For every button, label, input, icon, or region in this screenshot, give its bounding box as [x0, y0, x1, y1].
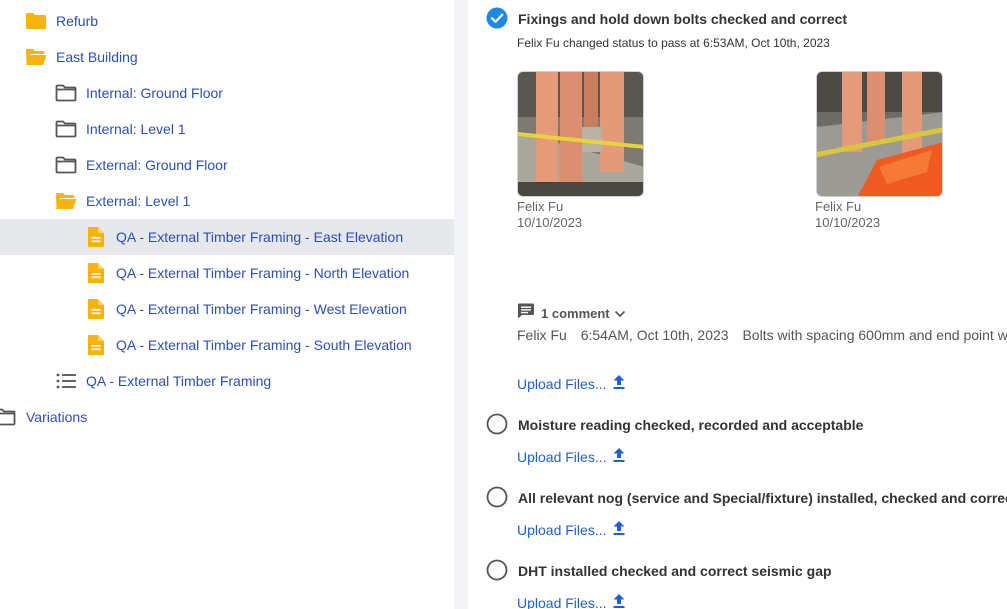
tree-item-internal-ground-floor[interactable]: Internal: Ground Floor	[0, 75, 454, 111]
tree-item-qa-west-elevation[interactable]: QA - External Timber Framing - West Elev…	[0, 291, 454, 327]
folder-outline-icon	[0, 406, 16, 428]
tree-item-external-ground-floor[interactable]: External: Ground Floor	[0, 147, 454, 183]
upload-files-button[interactable]: Upload Files...	[517, 447, 626, 466]
tree-item-qa-south-elevation[interactable]: QA - External Timber Framing - South Ele…	[0, 327, 454, 363]
checklist-item-title: Moisture reading checked, recorded and a…	[518, 417, 864, 433]
checklist-item-title: DHT installed checked and correct seismi…	[518, 563, 832, 579]
document-icon	[85, 226, 107, 248]
list-icon	[55, 370, 77, 392]
unchecked-circle-icon[interactable]	[486, 559, 508, 581]
folder-tree: Refurb East Building Internal: Ground Fl…	[0, 0, 454, 609]
photo-author: Felix Fu	[517, 199, 564, 214]
tree-item-qa-external-timber-framing[interactable]: QA - External Timber Framing	[0, 363, 454, 399]
comments-toggle[interactable]: 1 comment	[517, 302, 626, 325]
photo-date: 10/10/2023	[517, 215, 583, 230]
tree-item-label: East Building	[56, 49, 138, 65]
status-change-text: Felix Fu changed status to pass at 6:53A…	[517, 36, 830, 50]
photo-meta: Felix Fu 10/10/2023	[815, 199, 880, 231]
upload-label: Upload Files...	[517, 375, 607, 392]
photo-thumbnail[interactable]	[517, 71, 644, 197]
photo-meta: Felix Fu 10/10/2023	[517, 199, 582, 231]
folder-open-icon	[25, 46, 47, 68]
upload-icon	[606, 593, 626, 609]
tree-item-label: QA - External Timber Framing - North Ele…	[116, 265, 410, 281]
checklist-panel: Fixings and hold down bolts checked and …	[468, 0, 1007, 609]
tree-item-internal-level-1[interactable]: Internal: Level 1	[0, 111, 454, 147]
checklist-item-title: All relevant nog (service and Special/fi…	[518, 490, 1007, 506]
tree-item-label: External: Level 1	[86, 193, 191, 209]
comment-author: Felix Fu	[517, 327, 567, 343]
photo-date: 10/10/2023	[815, 215, 881, 230]
photo-author: Felix Fu	[815, 199, 862, 214]
comments-count: 1 comment	[541, 306, 610, 321]
folder-open-icon	[55, 190, 77, 212]
unchecked-circle-icon[interactable]	[486, 486, 508, 508]
folder-filled-icon	[25, 10, 47, 32]
tree-item-label: QA - External Timber Framing	[86, 373, 272, 389]
unchecked-circle-icon[interactable]	[486, 413, 508, 435]
folder-outline-icon	[55, 154, 77, 176]
tree-item-label: Internal: Level 1	[86, 121, 186, 137]
upload-label: Upload Files...	[517, 521, 607, 538]
comment-icon	[517, 302, 535, 325]
document-icon	[85, 298, 107, 320]
document-icon	[85, 262, 107, 284]
comment-time: 6:54AM, Oct 10th, 2023	[580, 327, 729, 343]
photo-thumbnail[interactable]	[816, 71, 943, 197]
tree-item-east-building[interactable]: East Building	[0, 39, 454, 75]
tree-item-refurb[interactable]: Refurb	[0, 3, 454, 39]
tree-item-label: QA - External Timber Framing - West Elev…	[116, 301, 407, 317]
check-circle-icon[interactable]	[486, 7, 508, 29]
chevron-down-icon	[614, 305, 626, 323]
tree-item-variations[interactable]: Variations	[0, 399, 454, 435]
upload-files-button[interactable]: Upload Files...	[517, 593, 626, 609]
comment: Felix Fu 6:54AM, Oct 10th, 2023 Bolts wi…	[517, 327, 1007, 343]
tree-item-label: Internal: Ground Floor	[86, 85, 223, 101]
upload-files-button[interactable]: Upload Files...	[517, 520, 626, 539]
upload-files-button[interactable]: Upload Files...	[517, 374, 626, 393]
tree-item-label: QA - External Timber Framing - East Elev…	[116, 229, 404, 245]
folder-outline-icon	[55, 118, 77, 140]
checklist-item-title: Fixings and hold down bolts checked and …	[518, 11, 848, 27]
tree-item-label: QA - External Timber Framing - South Ele…	[116, 337, 412, 353]
upload-icon	[606, 447, 626, 466]
tree-item-external-level-1[interactable]: External: Level 1	[0, 183, 454, 219]
tree-item-label: Refurb	[56, 13, 99, 29]
upload-icon	[606, 520, 626, 539]
panel-divider	[454, 0, 468, 609]
comment-text: Bolts with spacing 600mm and end point w…	[742, 327, 1007, 343]
upload-icon	[606, 374, 626, 393]
document-icon	[85, 334, 107, 356]
upload-label: Upload Files...	[517, 448, 607, 465]
tree-item-qa-east-elevation[interactable]: QA - External Timber Framing - East Elev…	[0, 219, 454, 255]
tree-item-qa-north-elevation[interactable]: QA - External Timber Framing - North Ele…	[0, 255, 454, 291]
tree-item-label: External: Ground Floor	[86, 157, 228, 173]
folder-outline-icon	[55, 82, 77, 104]
tree-item-label: Variations	[26, 409, 88, 425]
upload-label: Upload Files...	[517, 594, 607, 609]
